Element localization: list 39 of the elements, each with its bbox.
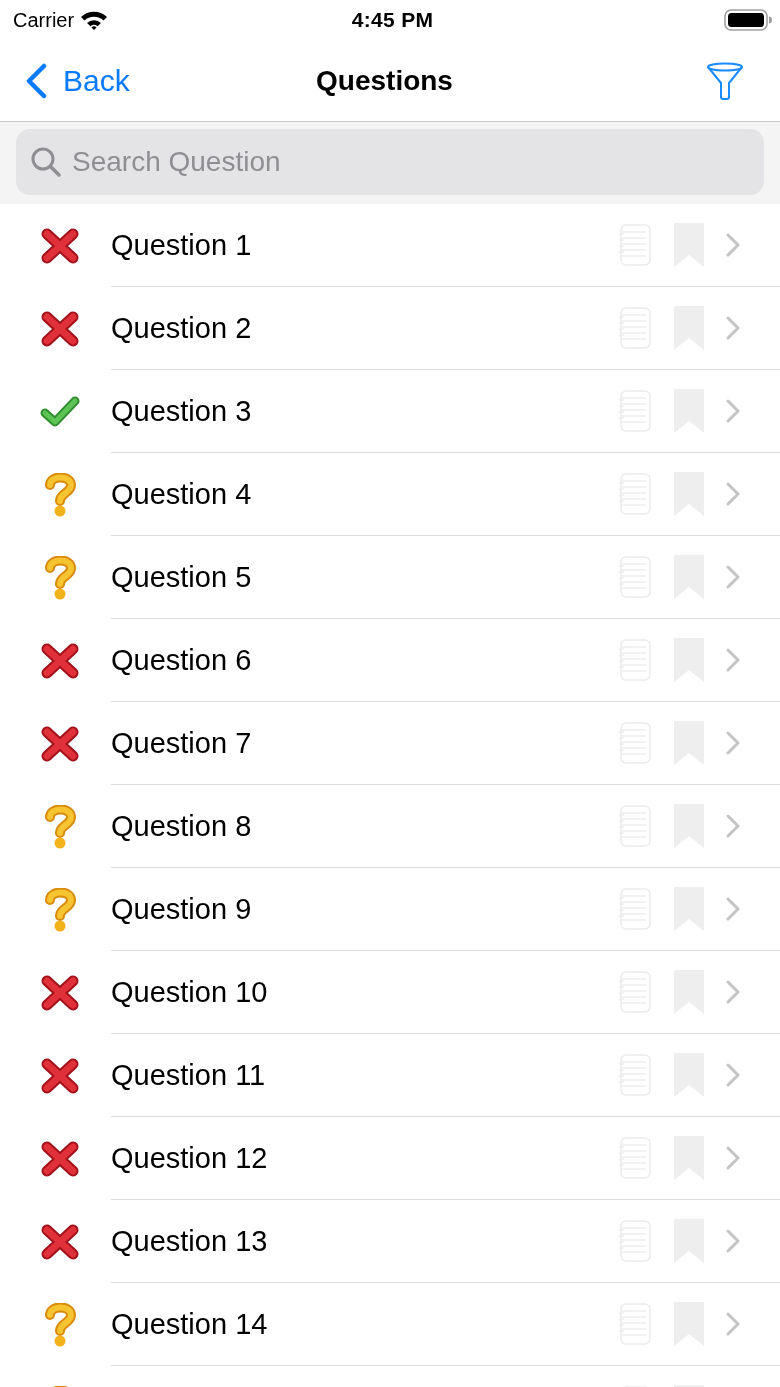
question-title[interactable]: Question 3 [111,394,618,428]
search-field[interactable]: Search Question [16,129,764,195]
question-title[interactable]: Question 14 [111,1307,618,1341]
chevron-icon [726,980,740,1004]
question-title[interactable]: Question 6 [111,643,618,677]
question-title[interactable]: Question 9 [111,892,618,926]
question-title[interactable]: Question 4 [111,477,618,511]
question-title[interactable]: Question 1 [111,228,618,262]
wifi-icon [80,10,109,30]
chevron-icon [726,731,740,755]
question-title[interactable]: Question 2 [111,311,618,345]
chevron-icon [726,233,740,257]
carrier-name: Carrier [13,8,75,32]
question-title[interactable]: Question 11 [111,1058,618,1092]
chevron-icon [726,565,740,589]
question-title[interactable]: Question 7 [111,726,618,760]
chevron-icon [726,1229,740,1253]
chevron-icon [726,399,740,423]
chevron-icon [726,648,740,672]
chevron-icon [726,814,740,838]
battery-icon [724,9,772,31]
question-title[interactable]: Question 12 [111,1141,618,1175]
chevron-icon [726,482,740,506]
question-title[interactable]: Question 13 [111,1224,618,1258]
chevron-left-icon [25,62,47,99]
filter-icon [706,61,744,100]
question-title[interactable]: Question 10 [111,975,618,1009]
search-icon [30,146,62,178]
back-button[interactable]: Back [25,62,130,99]
chevron-icon [726,316,740,340]
filter-button[interactable] [706,61,744,100]
clock-time: 4:45 PM [351,8,434,32]
question-title[interactable]: Question 5 [111,560,618,594]
chevron-icon [726,1063,740,1087]
chevron-icon [726,1146,740,1170]
chevron-icon [726,897,740,921]
screen-title: Questions [316,64,453,97]
chevron-icon [726,1312,740,1336]
question-title[interactable]: Question 8 [111,809,618,843]
